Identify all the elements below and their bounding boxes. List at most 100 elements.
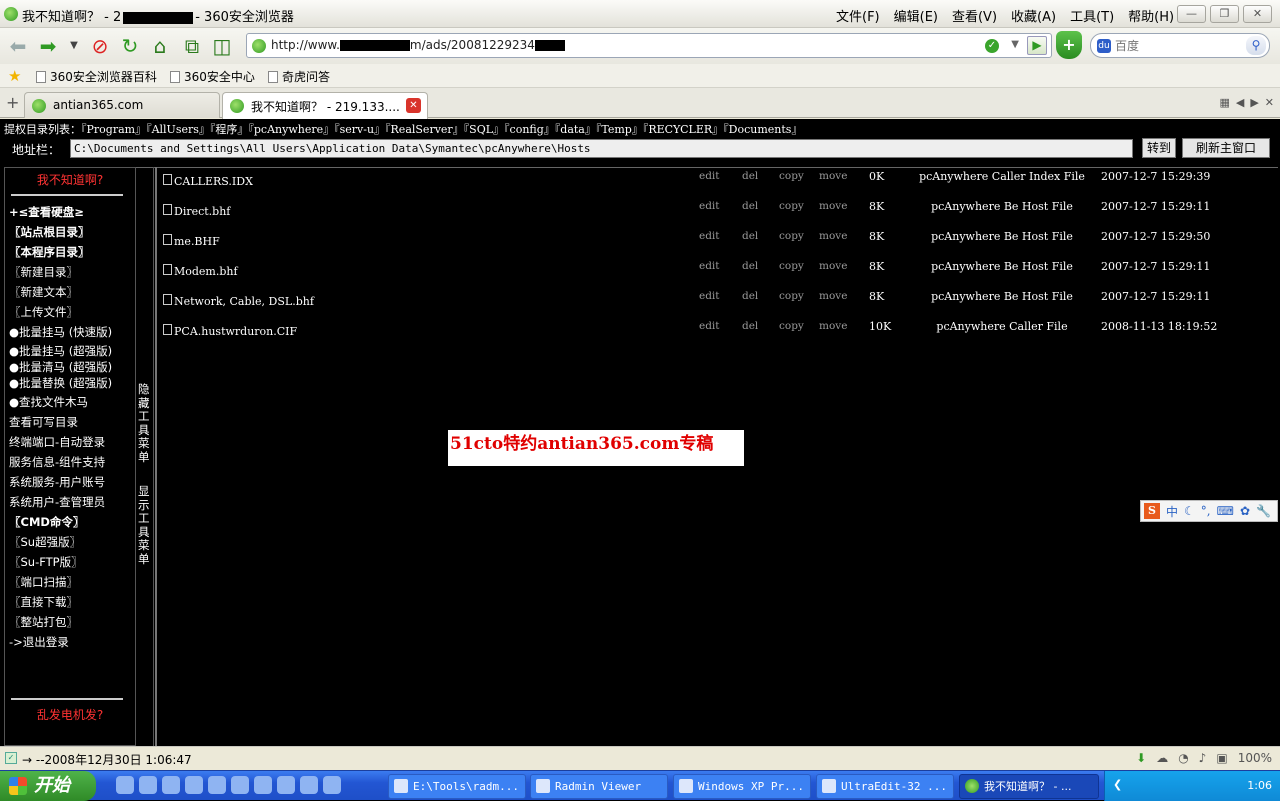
taskbar-item-ultraedit[interactable]: UltraEdit-32 ...	[816, 774, 954, 799]
menu-tools[interactable]: 工具(T)	[1070, 6, 1114, 25]
privilege-dir-list[interactable]: 提权目录列表：『Program』『AllUsers』『程序』『pcAnywher…	[4, 121, 802, 137]
path-input[interactable]	[70, 139, 1133, 158]
quick-launch-icon[interactable]	[185, 776, 203, 794]
favorites-star-icon[interactable]: ★	[8, 67, 21, 85]
close-tab-icon[interactable]: ✕	[406, 98, 421, 113]
sidebar-item[interactable]: 〖整站打包〗	[9, 612, 135, 632]
file-action-move[interactable]: move	[819, 230, 847, 242]
file-action-move[interactable]: move	[819, 260, 847, 272]
wrench-icon[interactable]: 🔧	[1256, 504, 1271, 518]
sound-icon[interactable]: ♪	[1199, 751, 1207, 765]
stop-icon[interactable]: ⊘	[88, 34, 112, 58]
back-arrow-icon[interactable]: ⬅	[6, 34, 30, 58]
taskbar-item-browser[interactable]: 我不知道啊？ - ...	[959, 774, 1099, 799]
split-view-icon[interactable]: ◫	[210, 34, 234, 58]
menu-view[interactable]: 查看(V)	[952, 6, 997, 25]
file-action-move[interactable]: move	[819, 170, 847, 182]
taskbar-item-cmd[interactable]: E:\Tools\radm...	[388, 774, 526, 799]
quick-launch-icon[interactable]	[139, 776, 157, 794]
keyboard-icon[interactable]: ⌨	[1217, 504, 1234, 518]
security-shield-icon[interactable]: +	[1056, 31, 1082, 59]
screenshot-icon[interactable]: ▣	[1216, 751, 1227, 765]
sidebar-item[interactable]: 查看可写目录	[9, 412, 135, 432]
hide-toolbar-menu-link[interactable]: 隐藏工具菜单	[138, 382, 151, 464]
file-name-link[interactable]: CALLERS.IDX	[163, 174, 253, 188]
forward-arrow-icon[interactable]: ➡	[36, 34, 60, 58]
maximize-button[interactable]: ❐	[1210, 5, 1239, 23]
quick-launch-icon[interactable]	[116, 776, 134, 794]
file-action-copy[interactable]: copy	[779, 290, 804, 302]
punctuation-icon[interactable]: °,	[1201, 504, 1211, 518]
search-icon[interactable]: ⚲	[1246, 36, 1266, 55]
file-action-edit[interactable]: edit	[699, 260, 720, 272]
quick-launch-icon[interactable]	[323, 776, 341, 794]
ime-mode-label[interactable]: 中	[1166, 503, 1178, 520]
tab-antian365[interactable]: antian365.com	[24, 92, 220, 118]
sidebar-item[interactable]: 〖本程序目录〗	[9, 242, 135, 262]
file-name-link[interactable]: Network, Cable, DSL.bhf	[163, 294, 314, 308]
goto-button[interactable]: 转到	[1142, 138, 1176, 158]
download-icon[interactable]: ⬇	[1136, 751, 1146, 765]
sidebar-item[interactable]: 〖CMD命令〗	[9, 512, 135, 532]
new-tab-plus-icon[interactable]: +	[6, 93, 19, 112]
file-name-link[interactable]: PCA.hustwrduron.CIF	[163, 324, 297, 338]
file-action-edit[interactable]: edit	[699, 290, 720, 302]
skin-icon[interactable]: ✿	[1240, 504, 1250, 518]
sidebar-item[interactable]: ●批量清马 (超强版)	[9, 361, 135, 374]
file-action-edit[interactable]: edit	[699, 170, 720, 182]
sidebar-item[interactable]: ●批量替换 (超强版)	[9, 377, 135, 390]
menu-help[interactable]: 帮助(H)	[1128, 6, 1174, 25]
quick-launch-icon[interactable]	[254, 776, 272, 794]
url-bar[interactable]: http://www. m/ads/20081229234 ✓ ▼ ▶	[246, 33, 1052, 58]
sidebar-item[interactable]: ●批量挂马 (超强版)	[9, 345, 135, 358]
minimize-button[interactable]: —	[1177, 5, 1206, 23]
favorite-link-360-center[interactable]: 360安全中心	[170, 68, 255, 85]
quick-launch-icon[interactable]	[231, 776, 249, 794]
sidebar-item[interactable]: 〖上传文件〗	[9, 302, 135, 322]
show-toolbar-menu-link[interactable]: 显示工具菜单	[138, 484, 151, 566]
file-action-del[interactable]: del	[742, 320, 758, 332]
tab-current-page[interactable]: 我不知道啊？ - 219.133.... ✕	[222, 92, 428, 119]
quick-launch-icon[interactable]	[277, 776, 295, 794]
file-action-move[interactable]: move	[819, 320, 847, 332]
file-action-del[interactable]: del	[742, 170, 758, 182]
file-action-copy[interactable]: copy	[779, 200, 804, 212]
tab-left-icon[interactable]: ◀	[1236, 96, 1244, 109]
file-action-copy[interactable]: copy	[779, 230, 804, 242]
sidebar-item[interactable]: 服务信息-组件支持	[9, 452, 135, 472]
zoom-level[interactable]: 100%	[1238, 751, 1272, 765]
sidebar-item[interactable]: 〖站点根目录〗	[9, 222, 135, 242]
home-icon[interactable]: ⌂	[148, 34, 172, 58]
baidu-paw-icon[interactable]: du	[1097, 39, 1111, 53]
cloud-icon[interactable]: ☁	[1156, 751, 1168, 765]
start-button[interactable]: 开始	[0, 771, 96, 801]
file-action-move[interactable]: move	[819, 290, 847, 302]
file-action-edit[interactable]: edit	[699, 320, 720, 332]
sidebar-item[interactable]: 〖Su超强版〗	[9, 532, 135, 552]
sidebar-item[interactable]: 〖新建文本〗	[9, 282, 135, 302]
file-name-link[interactable]: me.BHF	[163, 234, 220, 248]
file-action-edit[interactable]: edit	[699, 200, 720, 212]
menu-edit[interactable]: 编辑(E)	[894, 6, 938, 25]
tab-grid-icon[interactable]: ▦	[1219, 96, 1229, 109]
sidebar-item[interactable]: 〖新建目录〗	[9, 262, 135, 282]
search-input[interactable]	[1115, 37, 1235, 55]
tray-expand-icon[interactable]: ❮	[1113, 778, 1122, 791]
file-action-copy[interactable]: copy	[779, 170, 804, 182]
taskbar-item-windows-xp[interactable]: Windows XP Pr...	[673, 774, 811, 799]
sidebar-item[interactable]: +≤查看硬盘≥	[9, 202, 135, 222]
speed-icon[interactable]: ◔	[1178, 751, 1188, 765]
favorite-link-360-wiki[interactable]: 360安全浏览器百科	[36, 68, 157, 85]
go-button[interactable]: ▶	[1027, 36, 1047, 55]
file-name-link[interactable]: Modem.bhf	[163, 264, 238, 278]
menu-favorites[interactable]: 收藏(A)	[1011, 6, 1056, 25]
sogou-s-icon[interactable]: S	[1144, 503, 1160, 519]
quick-launch-icon[interactable]	[208, 776, 226, 794]
sidebar-item[interactable]: ->退出登录	[9, 632, 135, 652]
url-text[interactable]: http://www. m/ads/20081229234	[271, 38, 565, 52]
file-action-del[interactable]: del	[742, 260, 758, 272]
file-action-move[interactable]: move	[819, 200, 847, 212]
sidebar-item[interactable]: ●批量挂马 (快速版)	[9, 322, 135, 342]
menu-file[interactable]: 文件(F)	[836, 6, 880, 25]
file-action-del[interactable]: del	[742, 230, 758, 242]
